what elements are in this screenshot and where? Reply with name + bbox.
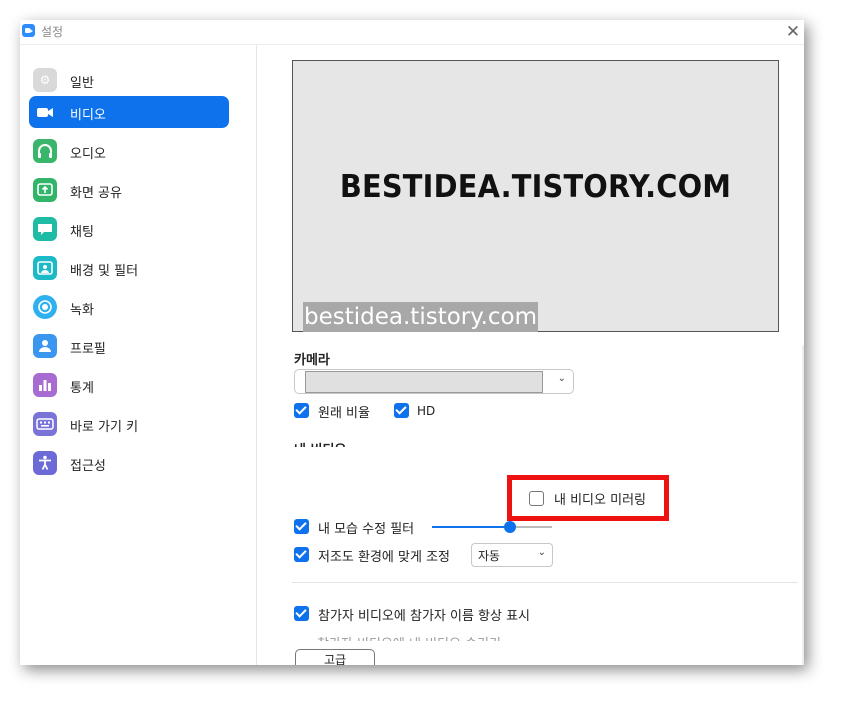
- statistics-icon: [33, 373, 57, 397]
- mirror-video-label: 내 비디오 미러링: [554, 493, 646, 508]
- sidebar-item-statistics[interactable]: 통계: [29, 369, 229, 401]
- sidebar-item-shortcuts[interactable]: 바로 가기 키: [29, 408, 229, 440]
- sidebar-item-label: 화면 공유: [70, 186, 122, 201]
- slider-fill: [432, 526, 510, 528]
- sidebar-item-share-screen[interactable]: 화면 공유: [29, 174, 229, 206]
- low-light-mode-select[interactable]: 자동 ⌄: [471, 543, 553, 567]
- sidebar-item-label: 통계: [70, 381, 94, 396]
- video-settings-panel: BESTIDEA.TISTORY.COM bestidea.tistory.co…: [257, 44, 804, 665]
- camera-select[interactable]: ⌄: [294, 369, 574, 394]
- touch-up-label: 내 모습 수정 필터: [318, 522, 415, 537]
- low-light-label: 저조도 환경에 맞게 조정: [318, 550, 450, 565]
- sidebar-item-accessibility[interactable]: 접근성: [29, 447, 229, 479]
- advanced-button[interactable]: 고급: [295, 649, 375, 665]
- original-ratio-checkbox[interactable]: [294, 403, 309, 418]
- mirror-video-checkbox[interactable]: [529, 491, 544, 506]
- touch-up-slider[interactable]: [432, 521, 552, 533]
- slider-thumb[interactable]: [504, 521, 516, 533]
- keyboard-icon: [33, 412, 57, 436]
- accessibility-icon: [33, 451, 57, 475]
- sidebar-item-label: 배경 및 필터: [70, 264, 139, 279]
- preview-watermark-main: BESTIDEA.TISTORY.COM: [339, 169, 732, 205]
- sidebar-item-chat[interactable]: 채팅: [29, 213, 229, 245]
- show-names-label: 참가자 비디오에 참가자 이름 항상 표시: [318, 609, 531, 624]
- sidebar-item-label: 비디오: [70, 108, 106, 123]
- camera-section-label: 카메라: [294, 353, 330, 368]
- title-bar: 설정 ✕: [20, 20, 804, 44]
- sidebar-item-recording[interactable]: 녹화: [29, 291, 229, 323]
- panel-scroll-edge: [802, 345, 804, 665]
- hd-checkbox[interactable]: [394, 403, 409, 418]
- sidebar-item-label: 접근성: [70, 459, 106, 474]
- settings-window: 설정 ✕ ⚙ 일반 비디오 오디오 화면 공유 채팅 배경 및 필터 녹화 프로…: [20, 20, 804, 665]
- record-icon: [33, 295, 57, 319]
- section-divider: [292, 582, 798, 583]
- sidebar-item-general[interactable]: ⚙ 일반: [29, 64, 229, 96]
- gear-icon: ⚙: [33, 68, 57, 92]
- sidebar-item-label: 일반: [70, 76, 94, 91]
- chevron-down-icon: ⌄: [557, 373, 566, 384]
- sidebar-item-label: 바로 가기 키: [70, 420, 139, 435]
- highlight-annotation-box: 내 비디오 미러링: [507, 475, 669, 521]
- sidebar-item-label: 프로필: [70, 342, 106, 357]
- chat-bubble-icon: [33, 217, 57, 241]
- video-preview: BESTIDEA.TISTORY.COM bestidea.tistory.co…: [292, 60, 779, 332]
- sidebar-item-profile[interactable]: 프로필: [29, 330, 229, 362]
- my-video-section-label: 내 비디오: [294, 439, 346, 447]
- hidden-option-label: 참가자 비디오에 내 비디오 숨기기: [317, 633, 501, 641]
- show-names-checkbox[interactable]: [294, 606, 309, 621]
- sidebar-item-video[interactable]: 비디오: [29, 96, 229, 128]
- sidebar-item-label: 오디오: [70, 147, 106, 162]
- video-camera-icon: [33, 100, 57, 124]
- camera-selected-value: [305, 371, 543, 393]
- original-ratio-label: 원래 비율: [318, 406, 370, 421]
- background-icon: [33, 256, 57, 280]
- window-title: 설정: [41, 25, 64, 39]
- low-light-checkbox[interactable]: [294, 547, 309, 562]
- settings-sidebar: ⚙ 일반 비디오 오디오 화면 공유 채팅 배경 및 필터 녹화 프로필 통계 …: [20, 44, 257, 665]
- low-light-mode-value: 자동: [478, 549, 501, 563]
- close-button[interactable]: ✕: [784, 23, 802, 41]
- sidebar-item-label: 녹화: [70, 303, 94, 318]
- sidebar-item-audio[interactable]: 오디오: [29, 135, 229, 167]
- headphones-icon: [33, 139, 57, 163]
- zoom-app-icon: [22, 24, 35, 37]
- profile-icon: [33, 334, 57, 358]
- preview-watermark-small: bestidea.tistory.com: [303, 302, 538, 332]
- hd-label: HD: [417, 404, 436, 418]
- chevron-down-icon: ⌄: [537, 547, 546, 558]
- sidebar-item-background-filters[interactable]: 배경 및 필터: [29, 252, 229, 284]
- sidebar-item-label: 채팅: [70, 225, 94, 240]
- touch-up-checkbox[interactable]: [294, 519, 309, 534]
- share-screen-icon: [33, 178, 57, 202]
